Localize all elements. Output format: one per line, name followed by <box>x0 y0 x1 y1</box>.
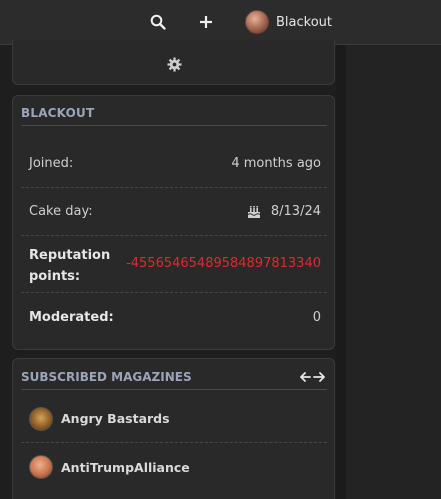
cakeday-label: Cake day: <box>29 204 93 219</box>
gear-icon[interactable] <box>167 57 182 72</box>
joined-value: 4 months ago <box>231 156 321 171</box>
magazines-title: SUBSCRIBED MAGAZINES <box>21 370 327 390</box>
magazine-name[interactable]: Angry Bastards <box>61 411 170 426</box>
moderated-label: Moderated: <box>29 310 114 325</box>
options-card <box>12 40 335 85</box>
layout-gutter <box>336 45 346 499</box>
top-navbar: Blackout <box>0 0 441 45</box>
search-icon[interactable] <box>147 11 169 33</box>
magazine-item[interactable]: Angry Bastards <box>21 395 327 443</box>
joined-row: Joined: 4 months ago <box>21 140 327 188</box>
expand-arrows-icon[interactable] <box>299 370 327 384</box>
right-pane <box>346 45 441 499</box>
cakeday-row: Cake day: 8/13/24 <box>21 188 327 236</box>
reputation-row: Reputation points: -45565465489584897813… <box>21 236 327 293</box>
moderated-value: 0 <box>312 310 321 325</box>
magazine-name[interactable]: AntiTrumpAlliance <box>61 460 190 475</box>
username: Blackout <box>276 14 332 30</box>
magazine-icon <box>29 406 53 431</box>
user-info-card: BLACKOUT Joined: 4 months ago Cake day: … <box>12 95 335 350</box>
joined-label: Joined: <box>29 156 74 171</box>
user-card-title: BLACKOUT <box>21 106 327 126</box>
magazine-item[interactable]: AntiTrumpAlliance <box>21 443 327 491</box>
user-menu[interactable]: Blackout <box>245 8 332 36</box>
magazine-icon <box>29 455 53 479</box>
avatar <box>245 10 269 34</box>
cakeday-value: 8/13/24 <box>270 204 321 219</box>
reputation-value: -45565465489584897813340 <box>126 256 321 271</box>
plus-icon[interactable] <box>195 11 217 33</box>
subscribed-magazines-card: SUBSCRIBED MAGAZINES Angry Bastards Anti… <box>12 358 335 499</box>
reputation-label: Reputation points: <box>29 248 111 284</box>
moderated-row: Moderated: 0 <box>21 293 327 343</box>
cakeday-value-wrap: 8/13/24 <box>247 204 321 219</box>
cake-icon <box>247 205 261 218</box>
